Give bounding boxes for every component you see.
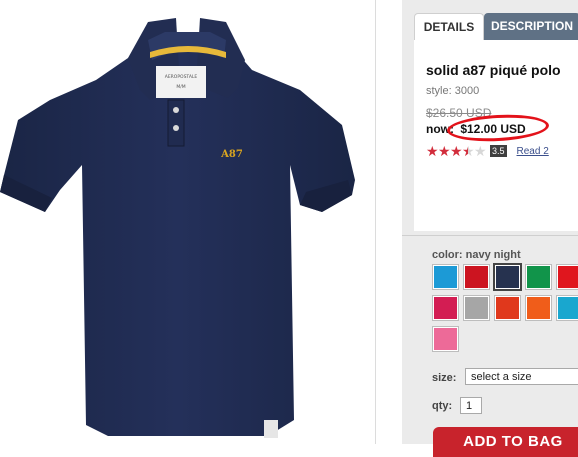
color-swatch-navy-night[interactable] bbox=[495, 265, 520, 289]
polo-shirt-image: AEROPOSTALE M/M A87 bbox=[0, 18, 355, 438]
star-icon: ★ bbox=[462, 143, 475, 159]
rating-stars: ★★★★★ bbox=[426, 143, 487, 160]
section-divider bbox=[402, 235, 578, 236]
star-icon: ★ bbox=[474, 143, 487, 159]
svg-text:M/M: M/M bbox=[176, 84, 185, 90]
product-detail-panel: DETAILS DESCRIPTION solid a87 piqué polo… bbox=[402, 0, 578, 457]
color-swatch-raspberry[interactable] bbox=[433, 296, 458, 320]
color-swatch-orange[interactable] bbox=[526, 296, 551, 320]
product-style: style: 3000 bbox=[426, 85, 480, 97]
rating-badge: 3.5 bbox=[490, 145, 507, 157]
product-title: solid a87 piqué polo bbox=[426, 62, 561, 78]
sale-price-line: now: $12.00 USD bbox=[426, 112, 550, 144]
star-icon: ★ bbox=[426, 143, 439, 159]
panel-divider bbox=[375, 0, 376, 444]
sale-price: $12.00 USD bbox=[446, 112, 550, 144]
add-to-bag-button[interactable]: ADD TO BAG bbox=[433, 427, 578, 457]
qty-input[interactable]: 1 bbox=[460, 397, 482, 414]
tab-details[interactable]: DETAILS bbox=[414, 13, 484, 41]
size-label: size: bbox=[432, 372, 457, 384]
star-icon: ★ bbox=[450, 143, 463, 159]
color-swatch-pink[interactable] bbox=[433, 327, 458, 351]
svg-text:A87: A87 bbox=[220, 149, 243, 160]
color-swatch-bright-red[interactable] bbox=[557, 265, 578, 289]
color-swatch-teal-blue[interactable] bbox=[433, 265, 458, 289]
svg-text:AEROPOSTALE: AEROPOSTALE bbox=[165, 74, 198, 80]
qty-label: qty: bbox=[432, 400, 453, 412]
color-label: color: navy night bbox=[432, 249, 521, 261]
color-swatch-orange-red[interactable] bbox=[495, 296, 520, 320]
tabs-bar: DETAILS DESCRIPTION bbox=[402, 13, 578, 41]
color-swatch-turquoise[interactable] bbox=[557, 296, 578, 320]
read-reviews-link[interactable]: Read 2 bbox=[517, 146, 549, 157]
rating-row: ★★★★★ 3.5 Read 2 bbox=[426, 143, 549, 160]
color-swatch-red[interactable] bbox=[464, 265, 489, 289]
color-swatch-green[interactable] bbox=[526, 265, 551, 289]
color-swatch-gray[interactable] bbox=[464, 296, 489, 320]
size-select[interactable]: select a size bbox=[465, 368, 578, 385]
product-image: AEROPOSTALE M/M A87 bbox=[0, 0, 376, 444]
product-info-card: solid a87 piqué polo style: 3000 $26.50 … bbox=[414, 40, 578, 231]
star-icon: ★ bbox=[438, 143, 451, 159]
tab-description[interactable]: DESCRIPTION bbox=[484, 13, 578, 40]
